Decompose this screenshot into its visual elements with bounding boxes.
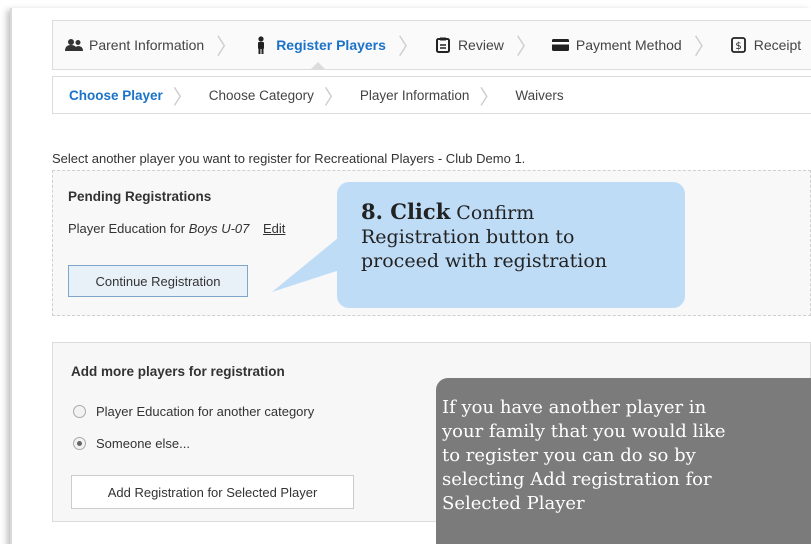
chevron-right-icon: 〉 (515, 35, 538, 60)
credit-card-icon (552, 36, 570, 54)
info-line: selecting Add registration for (442, 469, 712, 490)
callout-step: 8. Click (361, 199, 451, 224)
pending-title: Pending Registrations (68, 189, 212, 204)
info-line: Selected Player (442, 493, 585, 514)
option-label: Player Education for another category (96, 404, 315, 419)
step-parent-information[interactable]: Parent Information (53, 21, 214, 69)
substep-player-information[interactable]: Player Information (344, 88, 480, 103)
callout-line: proceed with registration (361, 250, 608, 272)
chevron-right-icon: 〉 (479, 84, 500, 109)
pending-item-prefix: Player Education for (68, 221, 189, 236)
callout-text: Confirm (456, 202, 535, 224)
clipboard-icon (434, 36, 452, 54)
instruction-callout: 8. Click Confirm Registration button to … (337, 182, 685, 308)
registration-steps: Parent Information 〉 Register Players 〉 … (52, 20, 811, 70)
substep-waivers[interactable]: Waivers (499, 88, 573, 103)
chevron-right-icon: 〉 (172, 84, 193, 109)
pending-item: Player Education for Boys U-07 Edit (68, 221, 285, 236)
substep-label: Choose Category (208, 87, 314, 103)
radio-button-selected[interactable] (73, 437, 86, 450)
receipt-icon: $ (730, 36, 748, 54)
callout-line: Registration button to (361, 226, 575, 248)
chevron-right-icon: 〉 (323, 84, 344, 109)
person-icon (252, 36, 270, 54)
option-another-category[interactable]: Player Education for another category (73, 404, 314, 419)
substep-label: Choose Player (69, 87, 163, 103)
add-more-title: Add more players for registration (71, 364, 285, 379)
callout-line: 8. Click Confirm (361, 200, 665, 225)
pending-item-category: Boys U-07 (188, 221, 250, 236)
add-registration-button[interactable]: Add Registration for Selected Player (71, 475, 354, 509)
step-label: Payment Method (575, 37, 682, 53)
step-register-players[interactable]: Register Players (240, 21, 396, 70)
step-label: Parent Information (89, 37, 205, 53)
info-line: your family that you would like (442, 421, 726, 442)
step-review[interactable]: Review (422, 21, 514, 69)
edit-link[interactable]: Edit (263, 221, 285, 236)
substep-choose-category[interactable]: Choose Category (193, 88, 324, 103)
step-label: Receipt (753, 37, 802, 53)
chevron-right-icon: 〉 (216, 35, 239, 60)
info-callout: If you have another player in your famil… (436, 378, 811, 544)
option-label: Someone else... (96, 436, 190, 451)
info-line: If you have another player in (442, 397, 707, 418)
step-payment-method[interactable]: Payment Method (540, 21, 692, 69)
intro-text: Select another player you want to regist… (52, 151, 526, 166)
sub-steps: Choose Player 〉 Choose Category 〉 Player… (52, 76, 811, 114)
svg-text:$: $ (736, 41, 742, 52)
step-label: Review (457, 37, 504, 53)
substep-label: Player Information (359, 87, 470, 103)
info-line: to register you can do so by (442, 445, 696, 466)
option-someone-else[interactable]: Someone else... (73, 436, 190, 451)
radio-button[interactable] (73, 405, 86, 418)
substep-choose-player[interactable]: Choose Player (53, 88, 173, 103)
substep-label: Waivers (515, 87, 564, 103)
step-receipt[interactable]: $ Receipt (718, 21, 811, 69)
users-icon (65, 36, 83, 54)
chevron-right-icon: 〉 (693, 35, 716, 60)
chevron-right-icon: 〉 (397, 35, 420, 60)
step-label: Register Players (276, 37, 386, 53)
continue-registration-button[interactable]: Continue Registration (68, 265, 248, 297)
